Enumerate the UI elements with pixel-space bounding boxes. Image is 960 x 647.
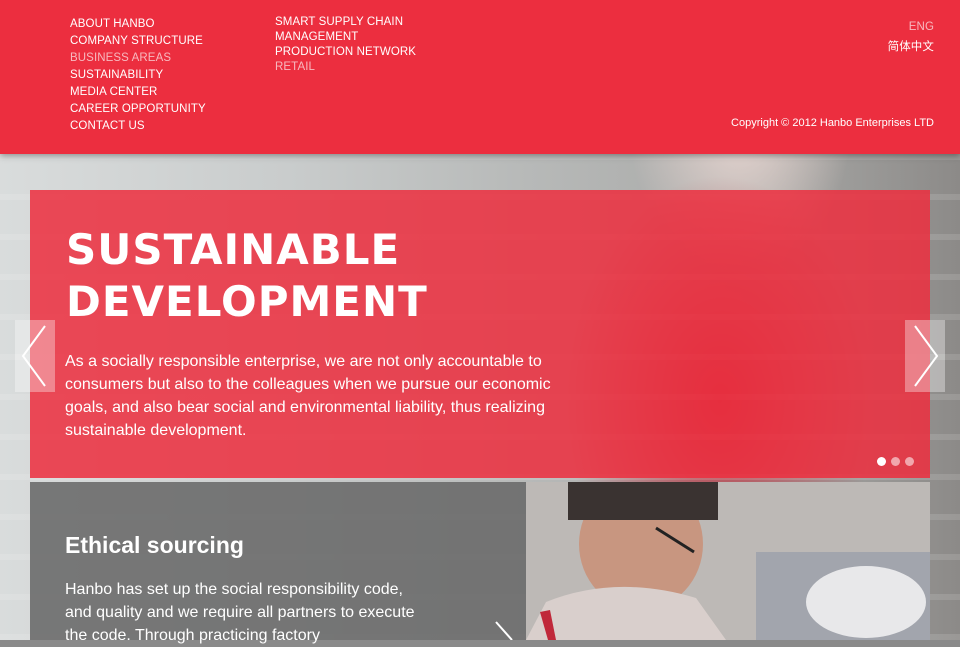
slide-dot-1[interactable] <box>877 457 886 466</box>
menu-item-media-center[interactable]: MEDIA CENTER <box>70 84 206 101</box>
slide-dot-3[interactable] <box>905 457 914 466</box>
card-description: Hanbo has set up the social responsibili… <box>65 581 415 644</box>
slide-dot-2[interactable] <box>891 457 900 466</box>
next-slide-button[interactable] <box>905 320 945 392</box>
chevron-left-icon <box>21 325 46 387</box>
menu-item-sustainability[interactable]: SUSTAINABILITY <box>70 67 206 84</box>
worker-photo <box>526 482 930 640</box>
slide-indicators <box>877 457 914 466</box>
chevron-right-icon <box>914 325 939 387</box>
hero-title-line2: DEVELOPMENT <box>66 277 428 326</box>
previous-slide-button[interactable] <box>15 320 55 392</box>
menu-item-business-areas[interactable]: BUSINESS AREAS <box>70 50 206 67</box>
hero-slide: SUSTAINABLE DEVELOPMENT As a socially re… <box>30 190 930 478</box>
menu-item-about-hanbo[interactable]: ABOUT HANBO <box>70 16 206 33</box>
menu-item-company-structure[interactable]: COMPANY STRUCTURE <box>70 33 206 50</box>
card-title: Ethical sourcing <box>65 532 244 558</box>
hero-description: As a socially responsible enterprise, we… <box>65 353 551 439</box>
submenu-item-production-network[interactable]: PRODUCTION NETWORK <box>275 45 435 60</box>
ethical-sourcing-card[interactable]: Ethical sourcing Hanbo has set up the so… <box>30 482 526 644</box>
primary-menu: ABOUT HANBO COMPANY STRUCTURE BUSINESS A… <box>70 16 206 135</box>
chevron-right-icon[interactable] <box>490 620 520 640</box>
business-areas-submenu: SMART SUPPLY CHAIN MANAGEMENT PRODUCTION… <box>275 15 435 75</box>
language-switcher: ENG 简体中文 <box>888 17 934 57</box>
hero-title: SUSTAINABLE DEVELOPMENT <box>66 224 428 328</box>
menu-item-contact-us[interactable]: CONTACT US <box>70 118 206 135</box>
worker-photo-illustration <box>526 482 930 640</box>
top-navigation: ABOUT HANBO COMPANY STRUCTURE BUSINESS A… <box>0 0 960 154</box>
submenu-item-smart-supply-chain[interactable]: SMART SUPPLY CHAIN MANAGEMENT <box>275 15 435 45</box>
menu-item-career-opportunity[interactable]: CAREER OPPORTUNITY <box>70 101 206 118</box>
language-eng[interactable]: ENG <box>888 17 934 37</box>
copyright-text: Copyright © 2012 Hanbo Enterprises LTD <box>731 117 934 129</box>
submenu-item-retail[interactable]: RETAIL <box>275 60 435 75</box>
hero-title-line1: SUSTAINABLE <box>66 225 401 274</box>
language-simplified-chinese[interactable]: 简体中文 <box>888 37 934 57</box>
